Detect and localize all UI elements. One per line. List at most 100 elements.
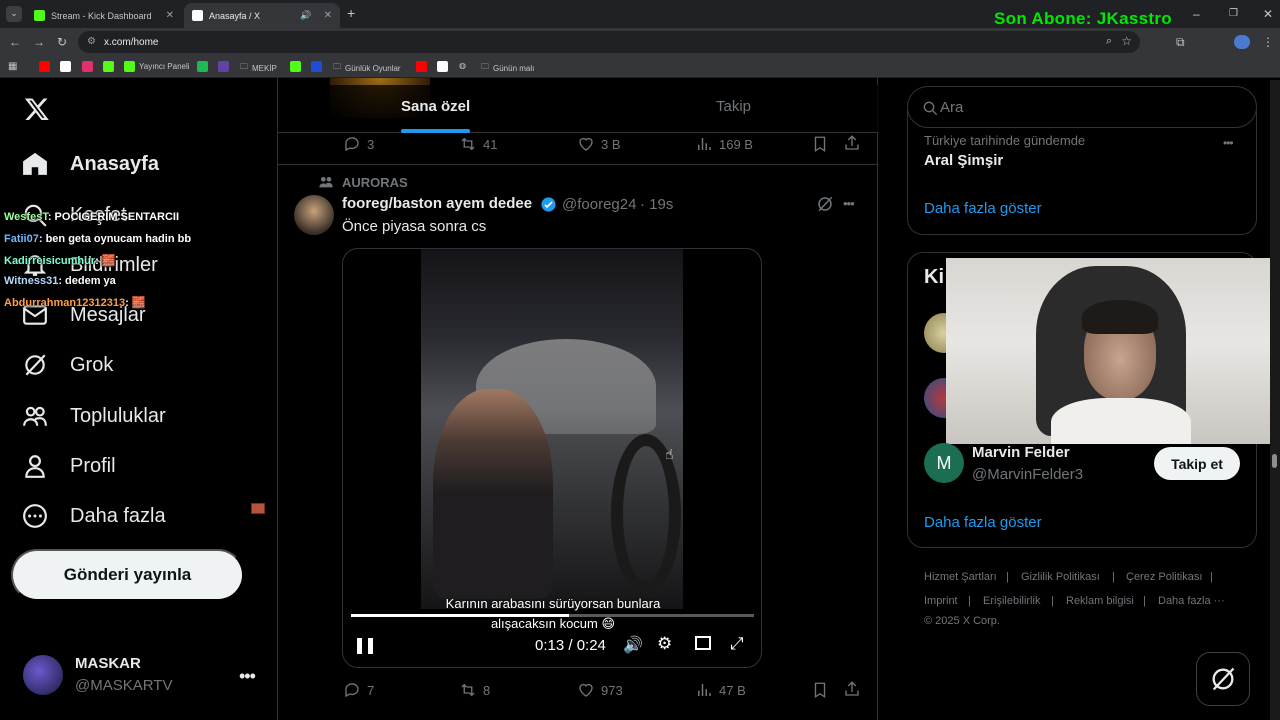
picture-in-picture-icon[interactable] [695,636,711,650]
bookmark-13[interactable] [437,61,448,72]
apps-grid-icon[interactable]: ▦ [8,60,17,74]
bookmark-4[interactable] [103,61,114,72]
footer-more-link[interactable]: Daha fazla ··· [1158,595,1225,607]
volume-icon[interactable]: 🔊 [623,635,643,655]
bookmark-star-icon[interactable]: ☆ [1121,34,1132,48]
new-tab-button[interactable]: + [347,6,355,20]
avatar[interactable] [294,195,334,235]
footer-accessibility-link[interactable]: Erişilebilirlik [983,595,1040,607]
bookmark-2[interactable] [60,61,71,72]
chat-user: WesfesT [4,211,48,223]
heart-icon [579,683,593,697]
bookmark-mekip[interactable]: 🗀 MEKİP [240,61,277,75]
bookmark-14[interactable]: ◍ [459,61,466,70]
bookmark-yayinci-paneli[interactable]: Yayıncı Paneli [124,61,190,72]
bookmark-6[interactable] [197,61,208,72]
trend-title[interactable]: Aral Şimşir [924,152,1003,169]
scrollbar-thumb[interactable] [1272,454,1277,468]
tweet-time[interactable]: · 19s [640,196,673,213]
bookmark-10[interactable] [311,61,322,72]
nav-label: Topluluklar [70,404,166,427]
tweet-video[interactable]: Karının arabasını sürüyorsan bunlara alı… [342,248,762,668]
view-count[interactable]: 169 B [695,135,753,153]
nav-profile[interactable]: Profil [22,453,116,479]
kick-icon [124,61,135,72]
community-name[interactable]: AURORAS [342,175,408,190]
like-count[interactable]: 3 B [577,135,621,153]
bookmark-1[interactable] [39,61,50,72]
extension-icon[interactable]: ⧉ [1176,35,1185,49]
tweet-more-icon[interactable]: ••• [843,196,855,211]
menu-dots-icon[interactable]: ⋮ [1262,35,1274,49]
show-more-follow-link[interactable]: Daha fazla göster [924,514,1042,531]
tweet-author-name[interactable]: fooreg/baston ayem dedee [342,195,532,212]
footer-ads-info-link[interactable]: Reklam bilgisi [1066,595,1134,607]
address-bar[interactable]: ⚙ x.com/home ⌕ ☆ [78,31,1140,53]
fullscreen-icon[interactable]: ⤢ [730,634,744,654]
nav-home[interactable]: Anasayfa [22,151,159,177]
trend-more-icon[interactable]: ••• [1223,136,1234,150]
tab-close-icon[interactable]: ✕ [324,10,332,21]
footer-privacy-link[interactable]: Gizlilik Politikası [1021,571,1100,583]
tab-search-icon[interactable]: ⌄ [6,6,22,22]
suggestion-name[interactable]: Marvin Felder [972,444,1070,461]
video-progress-track[interactable] [351,614,754,617]
like-count[interactable]: 973 [577,681,623,699]
bookmark-icon[interactable] [811,681,829,699]
avatar[interactable] [23,655,63,695]
minimize-icon[interactable]: – [1193,7,1200,21]
footer-terms-link[interactable]: Hizmet Şartları [924,571,997,583]
follow-button[interactable]: Takip et [1154,447,1240,480]
driver-figure [433,389,553,599]
grok-icon[interactable] [816,195,834,213]
view-count[interactable]: 47 B [695,681,746,699]
reload-icon[interactable]: ↻ [57,35,67,49]
footer-cookie-link[interactable]: Çerez Politikası [1126,571,1202,583]
account-menu-icon[interactable]: ••• [239,666,256,687]
scrollbar-track[interactable] [1270,80,1280,720]
avatar[interactable]: M [924,443,964,483]
grok-floating-button[interactable] [1196,652,1250,706]
settings-icon[interactable]: ⚙ [657,634,672,654]
nav-grok[interactable]: Grok [22,352,113,378]
bookmark-3[interactable] [82,61,93,72]
repost-count[interactable]: 41 [459,135,497,153]
maximize-icon[interactable]: ❐ [1229,7,1238,21]
metric-value: 41 [483,136,498,152]
tab-x-home[interactable]: Anasayfa / X 🔊 ✕ [184,3,340,28]
tab-for-you[interactable]: Sana özel [401,98,470,115]
youtube-icon [416,61,427,72]
share-icon[interactable] [843,134,861,152]
tab-close-icon[interactable]: ✕ [166,10,174,21]
bookmark-gunluk-oyunlar[interactable]: 🗀 Günlük Oyunlar [333,61,401,75]
repost-count[interactable]: 8 [459,681,490,699]
nav-more[interactable]: Daha fazla [22,503,166,529]
tweet-author-handle[interactable]: @fooreg24 [562,196,636,213]
reply-count[interactable]: 7 [343,681,374,699]
bookmark-7[interactable] [218,61,229,72]
forward-icon[interactable]: → [33,35,45,49]
zoom-icon[interactable]: ⌕ [1106,35,1112,48]
bookmark-9[interactable] [290,61,301,72]
bookmark-icon[interactable] [811,135,829,153]
reply-count[interactable]: 3 [343,135,374,153]
pause-icon[interactable] [357,638,373,654]
x-logo-icon[interactable] [24,96,50,122]
bookmark-gunun-mali[interactable]: 🗀 Günün malı [481,61,534,75]
x-favicon-icon [192,10,203,21]
post-button[interactable]: Gönderi yayınla [11,549,244,601]
bookmark-12[interactable] [416,61,427,72]
kick-icon [290,61,301,72]
site-info-icon[interactable]: ⚙ [87,36,96,47]
show-more-trends-link[interactable]: Daha fazla göster [924,200,1042,217]
back-icon[interactable]: ← [9,35,21,49]
footer-imprint-link[interactable]: Imprint [924,595,958,607]
tab-following[interactable]: Takip [716,98,751,115]
tab-audio-icon[interactable]: 🔊 [300,10,311,21]
chat-text: : ben geta oynucam hadin bb [38,233,192,245]
tab-kick-dashboard[interactable]: Stream - Kick Dashboard ✕ [26,3,182,28]
share-icon[interactable] [843,680,861,698]
nav-communities[interactable]: Topluluklar [22,403,166,429]
profile-icon[interactable] [1234,35,1250,49]
window-close-icon[interactable]: ✕ [1263,7,1273,21]
